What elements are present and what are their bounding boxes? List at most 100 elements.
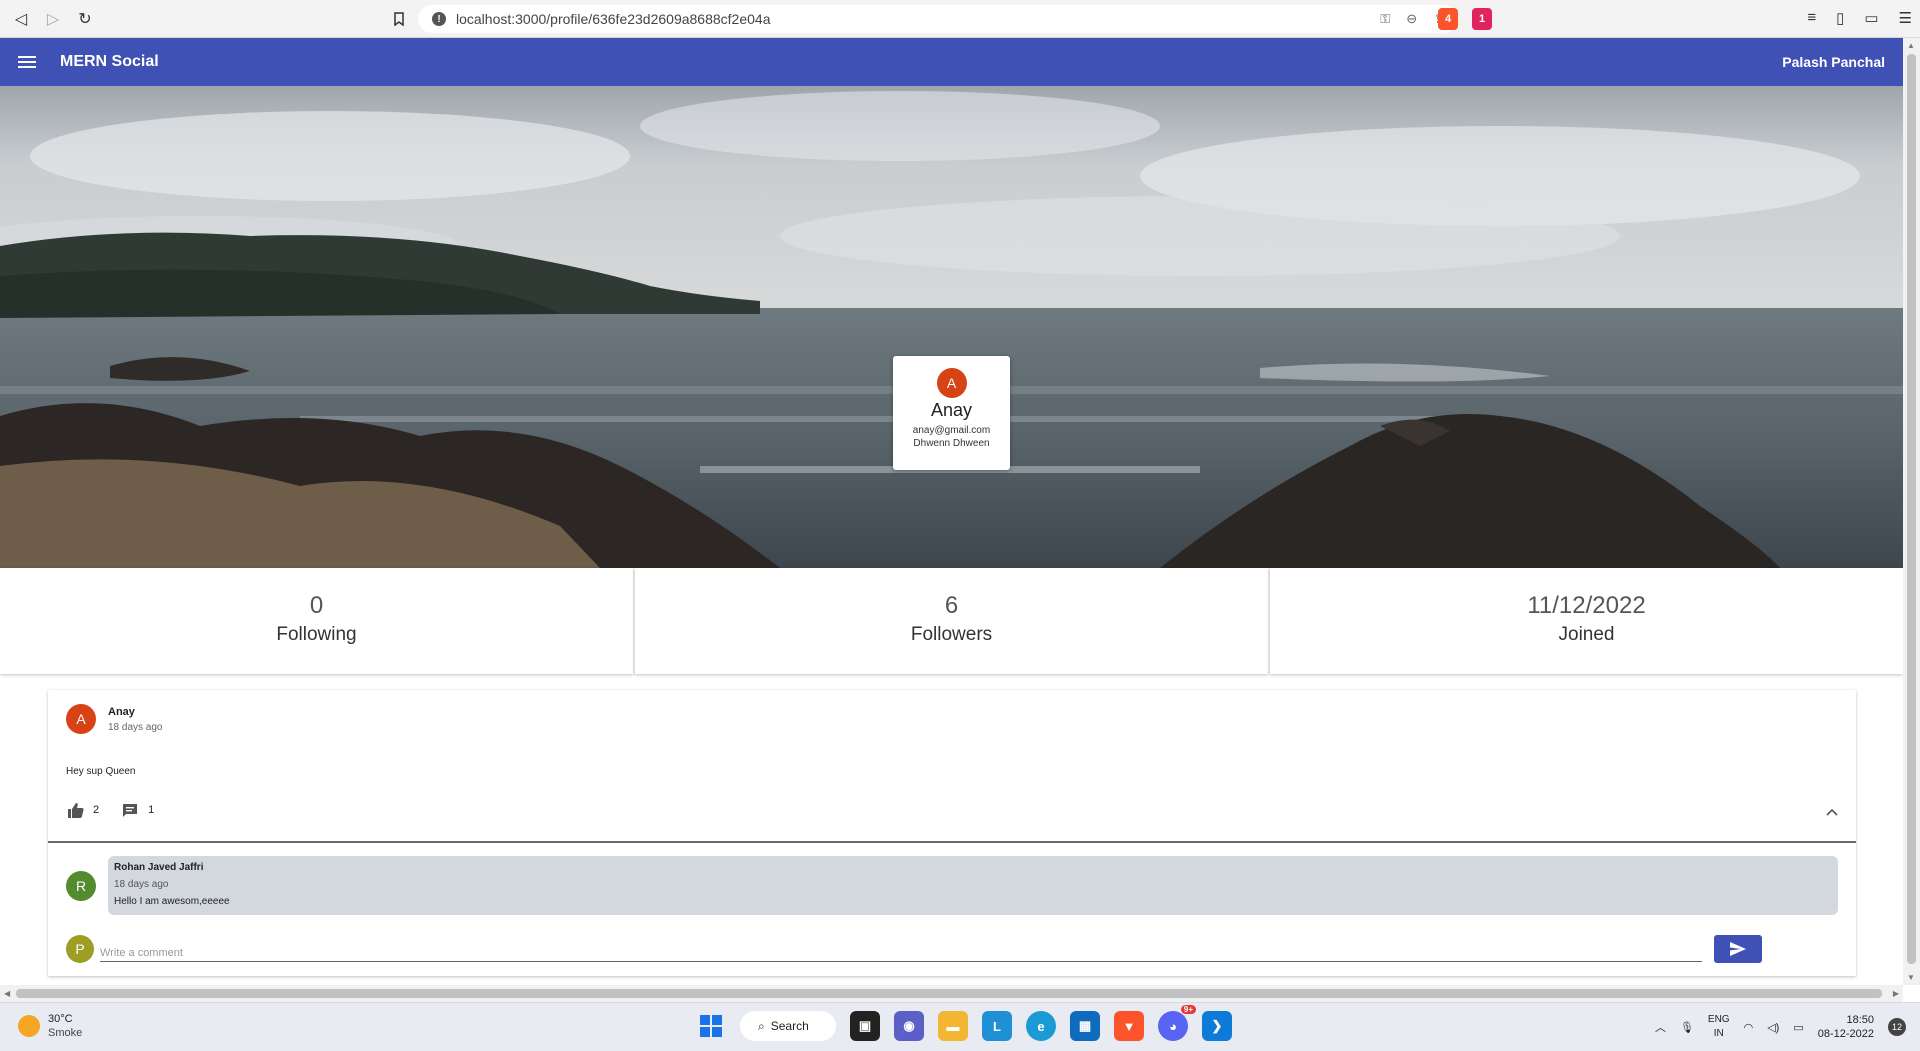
comment-item: R Rohan Javed Jaffri 18 days ago Hello I… — [66, 856, 1838, 915]
like-count: 2 — [93, 804, 100, 816]
windows-start-icon[interactable] — [696, 1011, 726, 1041]
language-code: ENG — [1707, 1014, 1730, 1025]
user-name-button[interactable]: Palash Panchal — [1782, 54, 1885, 70]
wallet-icon[interactable]: ▭ — [1864, 9, 1878, 27]
profile-about: Dhwenn Dhween — [913, 438, 990, 449]
app-bar: MERN Social Palash Panchal — [0, 38, 1903, 86]
joined-date: 11/12/2022 — [1527, 592, 1646, 619]
taskbar-apps: ⌕ Search ▣ ◉ ▬ L e ▦ ▼ ◕ 9+ ❯ — [696, 1005, 1232, 1041]
stat-followers[interactable]: 6 Followers — [635, 568, 1268, 674]
following-count: 0 — [309, 592, 324, 619]
scroll-right-arrow-icon[interactable]: ▶ — [1893, 989, 1899, 998]
vertical-scroll-thumb[interactable] — [1907, 54, 1916, 964]
comment-author-avatar[interactable]: R — [66, 870, 96, 901]
playlist-icon[interactable]: ≡ — [1807, 9, 1816, 27]
chevron-up-icon[interactable] — [1826, 804, 1838, 819]
followers-count: 6 — [944, 592, 959, 619]
search-icon: ⌕ — [758, 1018, 765, 1033]
brave-shields-icon[interactable]: 4 — [1438, 8, 1458, 30]
followers-label: Followers — [910, 624, 993, 645]
key-icon[interactable]: ⚿ — [1380, 11, 1390, 27]
region-code: IN — [1713, 1028, 1724, 1039]
system-tray: ︿ 🎙 ENG IN ◠ ◁) ▭ 18:50 08-12-2022 12 — [1655, 1013, 1906, 1041]
brave-rewards-icon[interactable]: 1 — [1472, 8, 1492, 30]
post-header: A Anay 18 days ago — [66, 704, 163, 734]
wifi-icon[interactable]: ◠ — [1744, 1021, 1754, 1034]
zoom-icon[interactable]: ⊖ — [1406, 11, 1417, 27]
profile-card: A Anay anay@gmail.com Dhwenn Dhween — [893, 356, 1010, 470]
composer-avatar: P — [66, 935, 94, 963]
teams-chat-icon[interactable]: ◉ — [894, 1011, 924, 1041]
following-label: Following — [276, 624, 357, 645]
url-text: localhost:3000/profile/636fe23d2609a8688… — [456, 11, 771, 27]
post-author[interactable]: Anay — [108, 706, 163, 718]
forward-icon[interactable]: ▷ — [42, 9, 64, 29]
profile-name: Anay — [930, 400, 973, 420]
weather-sun-icon — [18, 1015, 40, 1037]
discord-icon[interactable]: ◕ 9+ — [1158, 1005, 1196, 1041]
clock[interactable]: 18:50 08-12-2022 — [1818, 1013, 1874, 1041]
send-icon — [1730, 942, 1746, 956]
post-time: 18 days ago — [108, 722, 163, 733]
clock-time: 18:50 — [1846, 1014, 1874, 1026]
bookmark-icon[interactable] — [388, 9, 410, 29]
back-icon[interactable]: ◁ — [10, 9, 32, 29]
comment-text: Hello I am awesom,eeeee — [114, 896, 230, 907]
scroll-up-arrow-icon[interactable]: ▲ — [1907, 41, 1915, 50]
rewards-badge: 1 — [1478, 13, 1486, 25]
task-view-icon[interactable]: ▣ — [850, 1011, 880, 1041]
stat-joined: 11/12/2022 Joined — [1270, 568, 1903, 674]
vertical-scrollbar[interactable]: ▲ ▼ — [1903, 38, 1920, 985]
scroll-left-arrow-icon[interactable]: ◀ — [4, 989, 10, 998]
taskbar-search-label: Search — [770, 1019, 809, 1033]
browser-menu-icon[interactable]: ☰ — [1899, 9, 1912, 27]
microphone-icon[interactable]: 🎙 — [1680, 1021, 1694, 1034]
sidebar-icon[interactable]: ▯ — [1836, 9, 1844, 27]
comment-time: 18 days ago — [114, 879, 169, 890]
scroll-down-arrow-icon[interactable]: ▼ — [1907, 973, 1915, 982]
notification-badge[interactable]: 12 — [1888, 1018, 1906, 1036]
weather-widget[interactable]: 30°C Smoke — [18, 1013, 82, 1039]
profile-avatar: A — [936, 368, 967, 398]
address-bar[interactable]: ! localhost:3000/profile/636fe23d2609a86… — [418, 5, 1458, 33]
tray-overflow-chevron-icon[interactable]: ︿ — [1655, 1019, 1666, 1035]
post-divider — [48, 841, 1856, 843]
comment-input[interactable] — [100, 936, 1702, 962]
file-explorer-icon[interactable]: ▬ — [938, 1011, 968, 1041]
weather-condition: Smoke — [48, 1027, 83, 1039]
battery-icon[interactable]: ▭ — [1793, 1021, 1803, 1034]
comment-author[interactable]: Rohan Javed Jaffri — [114, 862, 1832, 873]
post-card: A Anay 18 days ago Hey sup Queen 2 1 R R… — [48, 690, 1856, 976]
post-text: Hey sup Queen — [66, 766, 136, 777]
l-app-icon[interactable]: L — [982, 1011, 1012, 1041]
like-icon[interactable] — [66, 802, 84, 818]
post-author-avatar[interactable]: A — [66, 704, 96, 734]
weather-temperature: 30°C — [48, 1013, 73, 1025]
profile-stats: 0 Following 6 Followers 11/12/2022 Joine… — [0, 568, 1903, 674]
post-actions: 2 1 — [66, 802, 176, 818]
microsoft-store-icon[interactable]: ▦ — [1070, 1011, 1100, 1041]
horizontal-scrollbar[interactable]: ◀ ▶ — [0, 985, 1903, 1002]
vscode-icon[interactable]: ❯ — [1202, 1011, 1232, 1041]
comment-count: 1 — [148, 804, 155, 816]
comment-icon[interactable] — [121, 802, 139, 818]
site-info-icon[interactable]: ! — [432, 12, 446, 26]
send-comment-button[interactable] — [1714, 935, 1762, 963]
edge-icon[interactable]: e — [1026, 1011, 1056, 1041]
cover-photo: A Anay anay@gmail.com Dhwenn Dhween — [0, 86, 1903, 568]
browser-toolbar: ◁ ▷ ↻ ! localhost:3000/profile/636fe23d2… — [0, 0, 1920, 38]
brave-badge: 4 — [1444, 13, 1452, 25]
comment-composer: P — [66, 935, 1838, 963]
hamburger-menu-icon[interactable] — [18, 56, 36, 68]
discord-badge: 9+ — [1180, 1005, 1196, 1014]
app-title[interactable]: MERN Social — [60, 53, 159, 71]
brave-browser-icon[interactable]: ▼ — [1114, 1011, 1144, 1041]
language-indicator[interactable]: ENG IN — [1708, 1013, 1730, 1041]
horizontal-scroll-thumb[interactable] — [16, 989, 1882, 998]
volume-icon[interactable]: ◁) — [1767, 1021, 1779, 1034]
comment-bubble: Rohan Javed Jaffri 18 days ago Hello I a… — [108, 856, 1838, 915]
reload-icon[interactable]: ↻ — [74, 9, 96, 29]
profile-email: anay@gmail.com — [912, 425, 991, 436]
stat-following[interactable]: 0 Following — [0, 568, 633, 674]
taskbar-search[interactable]: ⌕ Search — [740, 1011, 836, 1041]
